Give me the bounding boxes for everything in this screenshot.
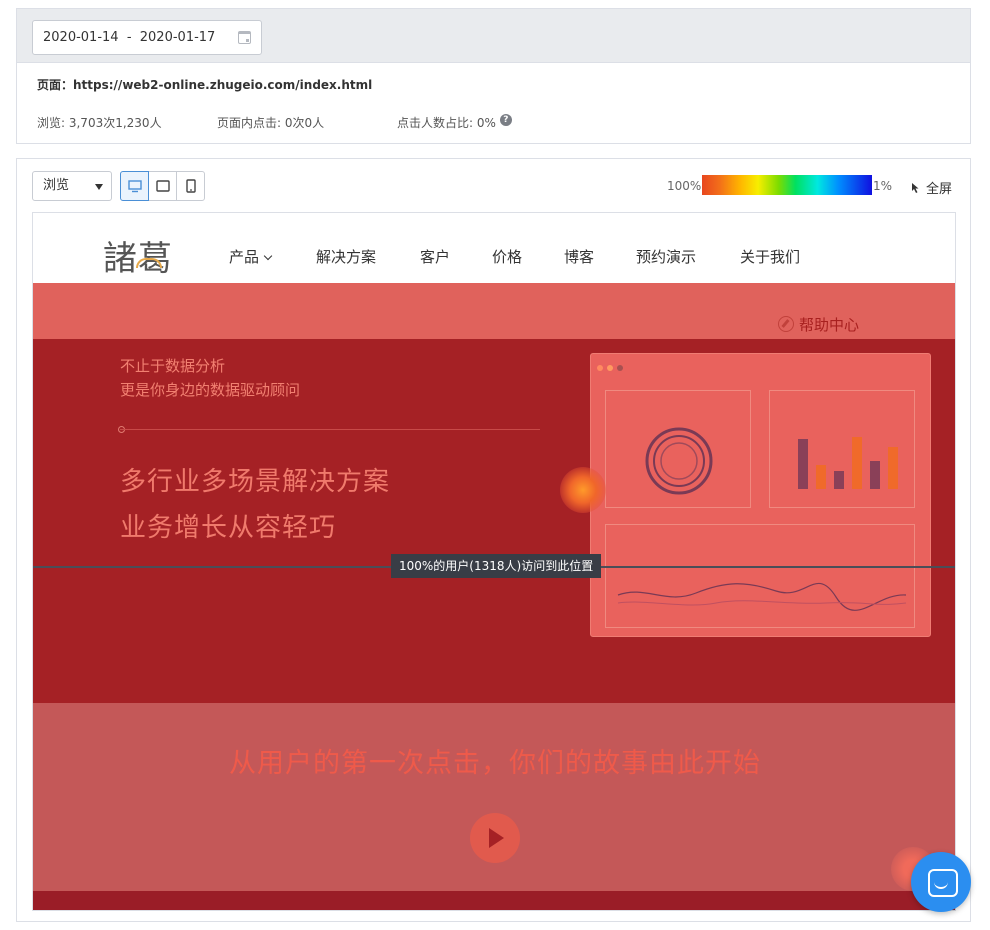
help-center-link[interactable]: 帮助中心 — [778, 314, 859, 335]
heat-band-top: 帮助中心 — [33, 283, 955, 339]
date-range-picker[interactable]: 2020-01-14 - 2020-01-17 — [32, 20, 262, 55]
site-logo[interactable]: 諸葛 — [103, 231, 173, 280]
page-preview: 諸葛 产品 解决方案 客户 价格 博客 预约演示 关于我们 帮助中心 不止于数据… — [32, 212, 956, 911]
story-slogan: 从用户的第一次点击，你们的故事由此开始 — [229, 748, 761, 779]
heat-gradient-legend — [702, 175, 872, 195]
story-section: 从用户的第一次点击，你们的故事由此开始 — [33, 703, 955, 891]
chat-support-button[interactable] — [911, 852, 971, 912]
donut-illustration — [645, 427, 713, 495]
dashboard-illustration — [590, 353, 931, 637]
desktop-icon — [128, 180, 142, 193]
heatmap-panel: 浏览 100% 1% 全屏 諸葛 产品 解决方案 客户 价格 博客 预约演示 关… — [16, 158, 971, 922]
nav-item-demo[interactable]: 预约演示 — [636, 246, 696, 267]
scroll-depth-tooltip: 100%的用户(1318人)访问到此位置 — [391, 554, 602, 578]
hero-subtitle-1: 不止于数据分析 — [120, 357, 226, 375]
desktop-view-button[interactable] — [120, 171, 149, 201]
nav-item-solutions[interactable]: 解决方案 — [316, 246, 376, 267]
tablet-view-button[interactable] — [148, 171, 177, 201]
mobile-view-button[interactable] — [176, 171, 205, 201]
nav-item-customers[interactable]: 客户 — [420, 246, 450, 267]
fullscreen-label: 全屏 — [926, 182, 953, 197]
nav-item-blog[interactable]: 博客 — [564, 246, 594, 267]
line-card — [605, 524, 915, 628]
nav-item-about[interactable]: 关于我们 — [740, 246, 800, 267]
fullscreen-button[interactable]: 全屏 — [910, 178, 952, 197]
mode-select-value: 浏览 — [43, 178, 70, 193]
hero-title-1: 多行业多场景解决方案 — [120, 467, 391, 497]
mode-select[interactable]: 浏览 — [32, 171, 112, 201]
help-icon[interactable]: ? — [499, 114, 512, 126]
scale-low-label: 1% — [873, 179, 893, 193]
line-illustration — [617, 582, 907, 611]
hero-subtitle-2: 更是你身边的数据驱动顾问 — [120, 381, 301, 399]
site-nav: 諸葛 产品 解决方案 客户 价格 博客 预约演示 关于我们 — [33, 213, 955, 283]
scale-high-label: 100% — [667, 179, 702, 193]
hero-divider — [120, 429, 540, 430]
play-video-button[interactable] — [470, 813, 520, 863]
mobile-icon — [186, 179, 196, 193]
device-switcher — [120, 171, 205, 201]
chevron-down-icon — [263, 251, 273, 261]
caret-down-icon — [95, 184, 103, 190]
hero-section: 不止于数据分析 更是你身边的数据驱动顾问 多行业多场景解决方案 业务增长从容轻巧 — [33, 339, 955, 703]
click-ratio-stat: 点击人数占比: 0%? — [397, 114, 512, 131]
click-hotspot — [560, 467, 606, 513]
click-ratio-text: 点击人数占比: 0% — [397, 116, 496, 130]
filter-panel: 2020-01-14 - 2020-01-17 页面：https://web2-… — [16, 8, 971, 144]
filter-header: 2020-01-14 - 2020-01-17 — [17, 9, 970, 63]
bar-card — [769, 390, 915, 508]
nav-item-product[interactable]: 产品 — [229, 246, 273, 267]
calendar-icon — [238, 31, 251, 44]
date-range-value: 2020-01-14 - 2020-01-17 — [43, 30, 216, 45]
logo-mark — [136, 258, 162, 268]
window-dots — [597, 360, 627, 375]
compass-icon — [778, 316, 794, 332]
bar-illustration — [798, 437, 898, 489]
cursor-icon — [912, 183, 919, 193]
page-url: 页面：https://web2-online.zhugeio.com/index… — [37, 78, 373, 92]
nav-item-pricing[interactable]: 价格 — [492, 246, 522, 267]
help-center-label: 帮助中心 — [799, 316, 860, 334]
hero-title-2: 业务增长从容轻巧 — [120, 513, 337, 543]
views-stat: 浏览: 3,703次1,230人 — [37, 116, 162, 130]
heat-band-bottom — [33, 891, 955, 910]
tablet-icon — [156, 180, 170, 192]
nav-item-label: 产品 — [229, 248, 260, 266]
donut-card — [605, 390, 751, 508]
in-page-clicks-stat: 页面内点击: 0次0人 — [217, 116, 325, 130]
